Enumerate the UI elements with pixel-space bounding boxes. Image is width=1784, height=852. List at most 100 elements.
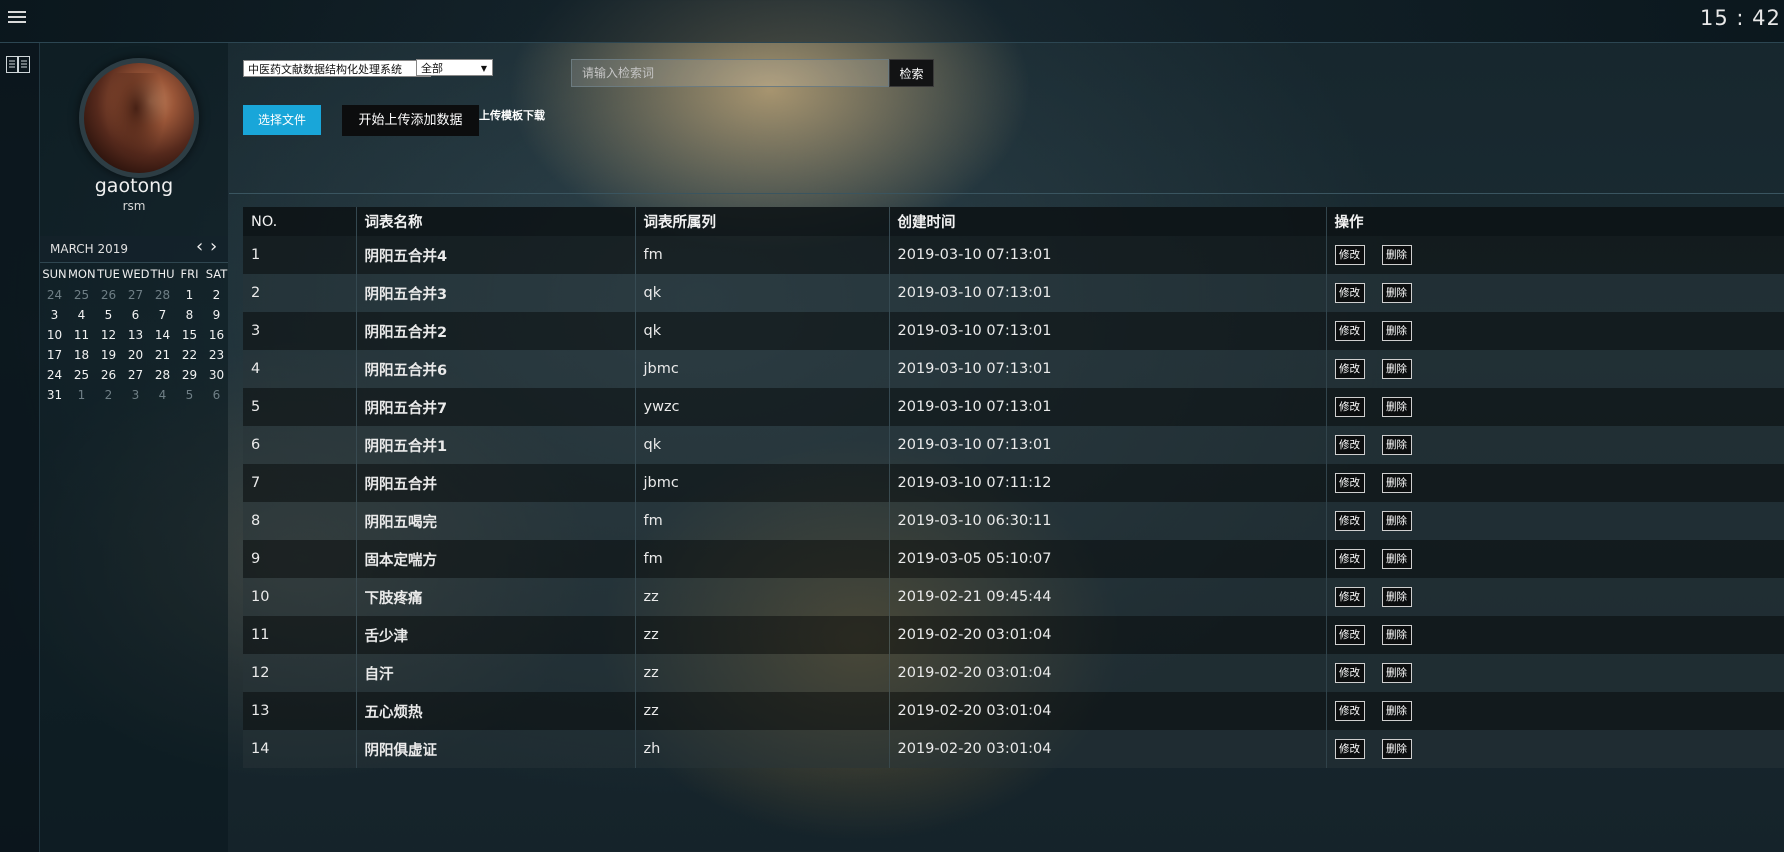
calendar-day[interactable]: 18 [68,345,95,365]
calendar-day[interactable]: 23 [203,345,230,365]
edit-button[interactable]: 修改 [1334,245,1365,265]
template-download-link[interactable]: 上传模板下载 [479,107,545,123]
delete-button[interactable]: 删除 [1381,245,1412,265]
avatar[interactable] [79,58,199,178]
calendar-day[interactable]: 27 [122,285,149,305]
row-actions: 修改 删除 [1326,312,1784,350]
edit-button[interactable]: 修改 [1334,321,1365,341]
row-actions: 修改 删除 [1326,274,1784,312]
delete-button[interactable]: 删除 [1381,435,1412,455]
delete-button[interactable]: 删除 [1381,511,1412,531]
calendar-day[interactable]: 30 [203,365,230,385]
delete-button[interactable]: 删除 [1381,473,1412,493]
row-no: 12 [243,654,357,692]
calendar-day[interactable]: 6 [122,305,149,325]
row-created: 2019-03-05 05:10:07 [889,540,1327,578]
edit-button[interactable]: 修改 [1334,625,1365,645]
book-icon[interactable] [6,56,30,73]
dropdown-arrow-icon: ▼ [480,64,487,73]
search-button[interactable]: 检索 [889,59,934,87]
delete-button[interactable]: 删除 [1381,663,1412,683]
calendar-day[interactable]: 5 [176,385,203,405]
row-name: 阴阳五合并3 [356,274,636,312]
delete-button[interactable]: 删除 [1381,587,1412,607]
delete-button[interactable]: 删除 [1381,701,1412,721]
edit-button[interactable]: 修改 [1334,283,1365,303]
calendar-day[interactable]: 4 [68,305,95,325]
weekday-label: THU [150,267,175,281]
calendar-day[interactable]: 3 [122,385,149,405]
calendar-day[interactable]: 15 [176,325,203,345]
edit-button[interactable]: 修改 [1334,701,1365,721]
calendar-day[interactable]: 3 [41,305,68,325]
system-select[interactable]: 中医药文献数据结构化处理系统 ▼ [243,60,431,77]
calendar-day[interactable]: 20 [122,345,149,365]
edit-button[interactable]: 修改 [1334,663,1365,683]
calendar-day[interactable]: 29 [176,365,203,385]
edit-button[interactable]: 修改 [1334,549,1365,569]
calendar-day[interactable]: 7 [149,305,176,325]
edit-button[interactable]: 修改 [1334,739,1365,759]
calendar-day[interactable]: 8 [176,305,203,325]
calendar-day[interactable]: 10 [41,325,68,345]
calendar-day[interactable]: 26 [95,365,122,385]
calendar-day[interactable]: 1 [68,385,95,405]
column-header-created: 创建时间 [889,207,1327,236]
edit-button[interactable]: 修改 [1334,397,1365,417]
calendar-prev-icon[interactable]: ‹ [196,237,203,257]
row-column: qk [635,274,890,312]
edit-button[interactable]: 修改 [1334,587,1365,607]
calendar-day[interactable]: 25 [68,285,95,305]
weekday-label: SAT [205,267,228,281]
calendar-day[interactable]: 21 [149,345,176,365]
row-actions: 修改 删除 [1326,540,1784,578]
delete-button[interactable]: 删除 [1381,359,1412,379]
delete-button[interactable]: 删除 [1381,549,1412,569]
delete-button[interactable]: 删除 [1381,625,1412,645]
calendar-next-icon[interactable]: › [210,237,217,257]
search-input[interactable] [571,59,889,87]
choose-file-button[interactable]: 选择文件 [243,105,321,135]
calendar-day[interactable]: 2 [95,385,122,405]
edit-button[interactable]: 修改 [1334,435,1365,455]
calendar-day[interactable]: 17 [41,345,68,365]
calendar-day[interactable]: 22 [176,345,203,365]
calendar-day[interactable]: 1 [176,285,203,305]
calendar-day[interactable]: 16 [203,325,230,345]
start-upload-button[interactable]: 开始上传添加数据 [342,105,479,136]
calendar-day[interactable]: 25 [68,365,95,385]
calendar-day[interactable]: 31 [41,385,68,405]
delete-button[interactable]: 删除 [1381,321,1412,341]
edit-button[interactable]: 修改 [1334,359,1365,379]
calendar-month: MARCH 2019 [50,242,129,256]
weekday-label: MON [68,267,96,281]
delete-button[interactable]: 删除 [1381,397,1412,417]
row-actions: 修改 删除 [1326,578,1784,616]
table-row: 8 阴阳五喝完 fm 2019-03-10 06:30:11 修改 删除 [243,502,1784,540]
calendar-day[interactable]: 9 [203,305,230,325]
hamburger-menu-icon[interactable] [8,11,26,25]
calendar-day[interactable]: 24 [41,365,68,385]
row-no: 14 [243,730,357,768]
calendar-day[interactable]: 5 [95,305,122,325]
calendar-day[interactable]: 14 [149,325,176,345]
calendar-day[interactable]: 19 [95,345,122,365]
scope-select[interactable]: 全部 ▼ [416,59,493,76]
calendar-day[interactable]: 4 [149,385,176,405]
edit-button[interactable]: 修改 [1334,511,1365,531]
calendar-day[interactable]: 28 [149,365,176,385]
calendar-day[interactable]: 2 [203,285,230,305]
calendar-day[interactable]: 27 [122,365,149,385]
calendar-day[interactable]: 26 [95,285,122,305]
calendar-day[interactable]: 12 [95,325,122,345]
calendar-day[interactable]: 24 [41,285,68,305]
table-row: 13 五心烦热 zz 2019-02-20 03:01:04 修改 删除 [243,692,1784,730]
calendar-day[interactable]: 11 [68,325,95,345]
calendar-day[interactable]: 6 [203,385,230,405]
delete-button[interactable]: 删除 [1381,739,1412,759]
edit-button[interactable]: 修改 [1334,473,1365,493]
calendar-day[interactable]: 28 [149,285,176,305]
delete-button[interactable]: 删除 [1381,283,1412,303]
calendar-day[interactable]: 13 [122,325,149,345]
row-no: 2 [243,274,357,312]
